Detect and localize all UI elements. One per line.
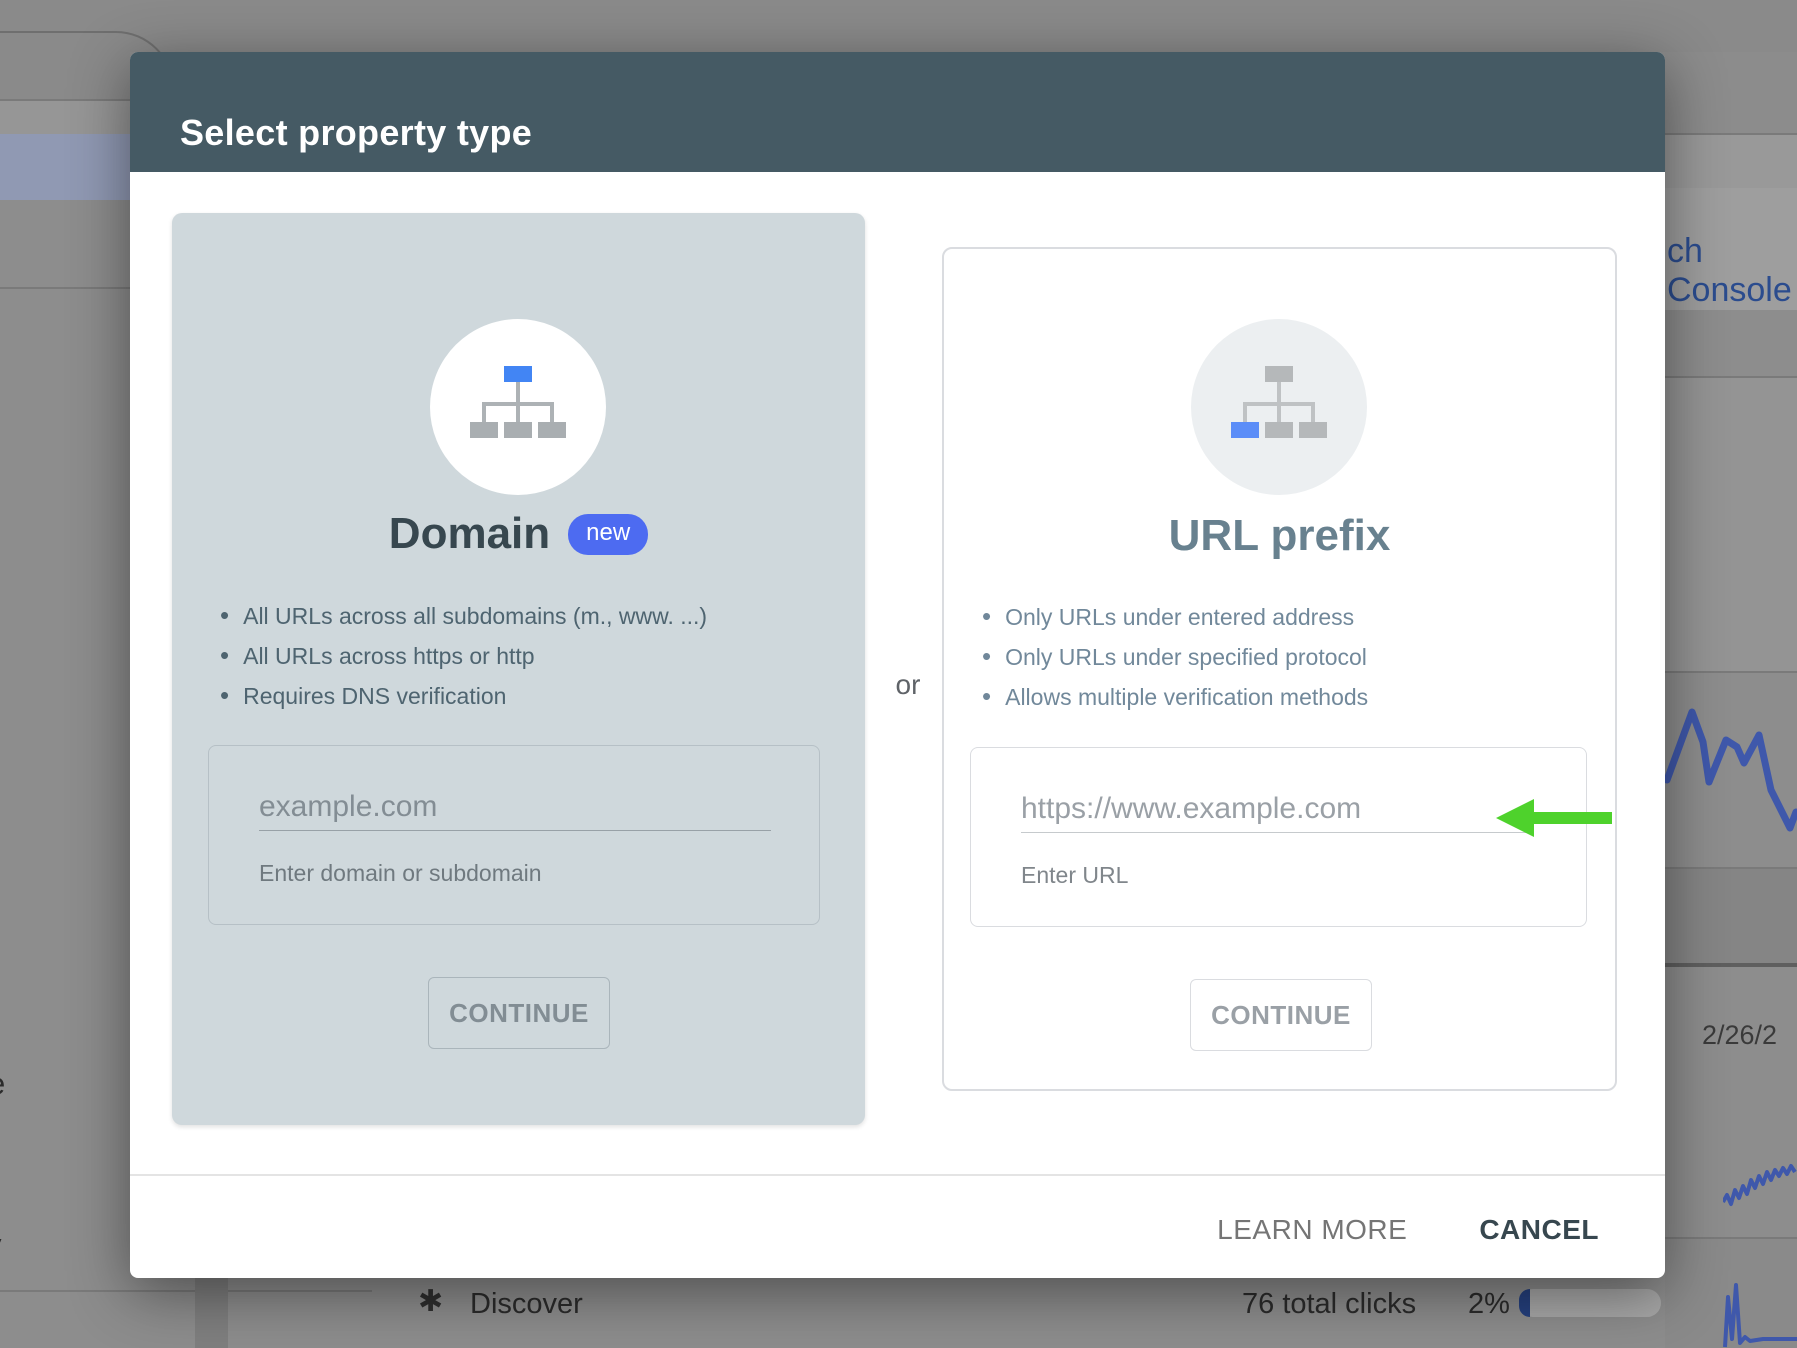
dialog-title: Select property type — [180, 112, 532, 154]
bg-divider — [0, 1290, 372, 1292]
bg-right-band — [1665, 869, 1797, 963]
bg-divider — [1665, 671, 1797, 673]
url-prefix-bullet: Allows multiple verification methods — [982, 676, 1368, 716]
domain-card-title: Domain — [389, 509, 550, 559]
chart-date-label: 2/26/2 — [1702, 1020, 1777, 1051]
url-prefix-sitemap-icon — [1231, 366, 1327, 438]
discover-progress-bar — [1519, 1289, 1661, 1317]
url-prefix-title-row: URL prefix — [944, 511, 1615, 561]
url-prefix-bullet-list: Only URLs under entered address Only URL… — [982, 596, 1368, 716]
domain-icon-circle — [430, 319, 606, 495]
sidebar-item-fragment: y — [0, 1227, 2, 1263]
sparkline-chart — [1723, 1160, 1797, 1210]
bg-right-band — [1665, 378, 1797, 671]
domain-bullet-list: All URLs across all subdomains (m., www.… — [220, 595, 707, 715]
url-prefix-bullet: Only URLs under specified protocol — [982, 636, 1368, 676]
domain-bullet: Requires DNS verification — [220, 675, 707, 715]
url-prefix-input[interactable] — [1021, 786, 1533, 833]
cancel-button[interactable]: CANCEL — [1469, 1208, 1609, 1252]
bg-divider — [0, 287, 130, 289]
learn-more-button[interactable]: LEARN MORE — [1207, 1208, 1417, 1252]
select-property-type-dialog: Select property type Domain ne — [130, 52, 1665, 1278]
or-separator: or — [880, 669, 936, 701]
domain-bullet: All URLs across all subdomains (m., www.… — [220, 595, 707, 635]
url-prefix-bullet: Only URLs under entered address — [982, 596, 1368, 636]
new-badge: new — [568, 514, 648, 555]
url-prefix-icon-circle — [1191, 319, 1367, 495]
footer-divider — [130, 1174, 1665, 1176]
domain-sitemap-icon — [470, 366, 566, 438]
discover-progress-fill — [1519, 1289, 1530, 1317]
domain-bullet: All URLs across https or http — [220, 635, 707, 675]
clicks-line-chart — [1665, 690, 1797, 840]
domain-input[interactable] — [259, 784, 771, 831]
bg-top-strip — [0, 0, 1797, 52]
sidebar-item-fragment: e — [0, 1066, 5, 1102]
search-console-logo-fragment: ch Console — [1667, 232, 1797, 310]
url-prefix-property-card[interactable]: URL prefix Only URLs under entered addre… — [942, 247, 1617, 1091]
url-prefix-card-title: URL prefix — [1169, 511, 1391, 561]
bg-right-band — [1665, 310, 1797, 376]
domain-input-box: Enter domain or subdomain — [208, 745, 820, 925]
url-prefix-continue-button[interactable]: CONTINUE — [1190, 979, 1372, 1051]
domain-property-card[interactable]: Domain new All URLs across all subdomain… — [172, 213, 865, 1125]
domain-input-helper: Enter domain or subdomain — [259, 860, 542, 887]
bg-right-band — [1665, 52, 1797, 133]
discover-total-clicks: 76 total clicks — [1242, 1288, 1416, 1321]
dialog-header: Select property type — [130, 52, 1665, 172]
discover-asterisk-icon: ✱ — [418, 1284, 443, 1319]
url-prefix-input-helper: Enter URL — [1021, 862, 1128, 889]
bg-selected-row — [0, 134, 130, 200]
discover-percent: 2% — [1468, 1288, 1510, 1321]
discover-sparkline-chart — [1723, 1277, 1797, 1348]
bg-left-band — [0, 101, 130, 134]
bg-right-band — [1665, 135, 1797, 188]
dialog-footer: LEARN MORE CANCEL — [1207, 1202, 1609, 1258]
domain-continue-button[interactable]: CONTINUE — [428, 977, 610, 1049]
screen: e s y ch Console 2/26/2 ✱ Disco — [0, 0, 1797, 1348]
bg-scroll-strip — [195, 1277, 228, 1348]
bg-axis-line — [1665, 963, 1797, 967]
discover-row-label: Discover — [470, 1288, 583, 1321]
annotation-arrow-icon — [1488, 796, 1618, 840]
domain-title-row: Domain new — [172, 509, 865, 559]
